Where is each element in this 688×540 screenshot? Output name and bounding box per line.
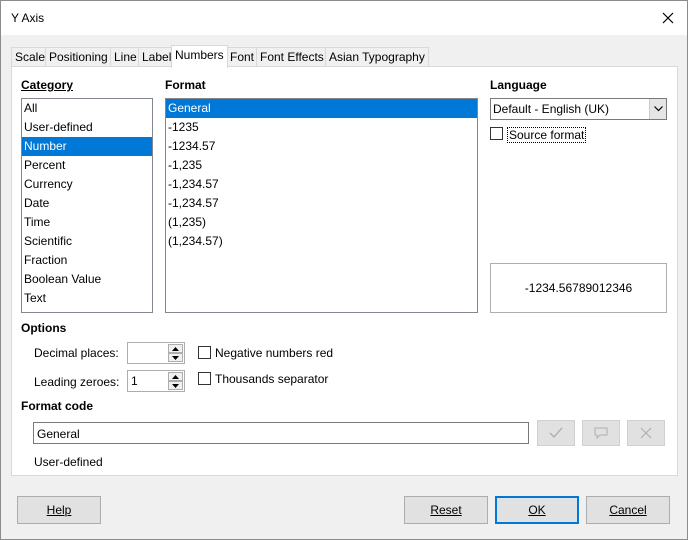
tab-font-effects[interactable]: Font Effects <box>256 47 328 67</box>
decimal-places-label-text: Decimal places: <box>34 346 119 360</box>
category-list[interactable]: All User-defined Number Percent Currency… <box>21 98 153 313</box>
comment-icon <box>594 427 608 439</box>
list-item[interactable]: Currency <box>22 175 152 194</box>
list-item[interactable]: Time <box>22 213 152 232</box>
leading-zeroes-value: 1 <box>131 374 138 388</box>
stepper-up-button[interactable] <box>168 372 183 381</box>
list-item[interactable]: Text <box>22 289 152 308</box>
tab-label[interactable]: Label <box>138 47 176 67</box>
tab-scale[interactable]: Scale <box>11 47 50 67</box>
list-item[interactable]: (1,234.57) <box>166 232 477 251</box>
tab-line[interactable]: Line <box>110 47 141 67</box>
add-format-button[interactable] <box>537 420 575 446</box>
source-format-label: Source format <box>507 127 587 143</box>
leading-zeroes-label-text: Leading zeroes: <box>34 375 120 389</box>
dropdown-arrow[interactable] <box>649 99 666 119</box>
close-icon <box>662 12 674 24</box>
preview-value: -1234.56789012346 <box>524 281 633 295</box>
checkmark-icon <box>549 427 563 439</box>
window-title: Y Axis <box>11 11 45 25</box>
category-heading: Category <box>21 78 73 92</box>
chevron-down-icon <box>172 383 179 388</box>
list-item[interactable]: -1234.57 <box>166 137 477 156</box>
help-button[interactable]: Help <box>17 496 101 524</box>
list-item[interactable]: -1,235 <box>166 156 477 175</box>
negative-numbers-red-label: Negative numbers red <box>215 346 334 360</box>
stepper-up-button[interactable] <box>168 344 183 353</box>
close-button[interactable] <box>655 5 681 31</box>
language-heading: Language <box>490 78 547 92</box>
chevron-up-icon <box>172 346 179 351</box>
format-code-value: General <box>37 427 80 441</box>
cancel-button-label: Cancel <box>609 503 647 517</box>
tab-font[interactable]: Font <box>226 47 259 67</box>
options-heading: Options <box>21 321 67 335</box>
tab-positioning[interactable]: Positioning <box>45 47 112 67</box>
format-heading: Format <box>165 78 206 92</box>
dialog-window: Y Axis Scale Positioning Line Label Numb… <box>0 0 688 540</box>
list-item[interactable]: (1,235) <box>166 213 477 232</box>
category-heading-text: Category <box>21 78 74 92</box>
list-item[interactable]: User-defined <box>22 118 152 137</box>
tab-asian-typography[interactable]: Asian Typography <box>325 47 429 67</box>
format-preview: -1234.56789012346 <box>490 263 667 313</box>
leading-zeroes-stepper[interactable]: 1 <box>127 370 185 392</box>
title-bar: Y Axis <box>1 1 687 35</box>
language-value: Default - English (UK) <box>493 102 610 116</box>
list-item[interactable]: -1235 <box>166 118 477 137</box>
stepper-down-button[interactable] <box>168 381 183 390</box>
list-item[interactable]: Boolean Value <box>22 270 152 289</box>
delete-format-button[interactable] <box>627 420 665 446</box>
list-item[interactable]: Percent <box>22 156 152 175</box>
list-item[interactable]: -1,234.57 <box>166 175 477 194</box>
numbers-tab-panel: Category All User-defined Number Percent… <box>11 66 678 476</box>
chevron-down-icon <box>172 355 179 360</box>
decimal-places-stepper[interactable] <box>127 342 185 364</box>
list-item[interactable]: General <box>166 99 477 118</box>
list-item[interactable]: Scientific <box>22 232 152 251</box>
reset-button[interactable]: Reset <box>404 496 488 524</box>
list-item[interactable]: Date <box>22 194 152 213</box>
list-item[interactable]: All <box>22 99 152 118</box>
format-list[interactable]: General -1235 -1234.57 -1,235 -1,234.57 … <box>165 98 478 313</box>
source-format-checkbox[interactable] <box>490 127 503 140</box>
thousands-separator-checkbox[interactable] <box>198 372 211 385</box>
edit-comment-button[interactable] <box>582 420 620 446</box>
language-dropdown[interactable]: Default - English (UK) <box>490 98 667 120</box>
tab-numbers[interactable]: Numbers <box>171 45 228 68</box>
format-code-input[interactable]: General <box>33 422 529 444</box>
list-item[interactable]: Fraction <box>22 251 152 270</box>
stepper-down-button[interactable] <box>168 353 183 362</box>
leading-zeroes-label: Leading zeroes: <box>34 375 119 389</box>
chevron-up-icon <box>172 374 179 379</box>
ok-button[interactable]: OK <box>495 496 579 524</box>
decimal-places-label: Decimal places: <box>34 346 119 360</box>
ok-button-label: OK <box>528 503 546 517</box>
help-button-label: Help <box>46 503 72 517</box>
list-item[interactable]: -1,234.57 <box>166 194 477 213</box>
list-item[interactable]: Number <box>22 137 152 156</box>
delete-icon <box>640 427 652 439</box>
format-code-heading: Format code <box>21 399 94 413</box>
reset-button-label: Reset <box>430 503 462 517</box>
thousands-separator-label: Thousands separator <box>215 372 329 386</box>
cancel-button[interactable]: Cancel <box>586 496 670 524</box>
chevron-down-icon <box>653 106 663 112</box>
format-code-status: User-defined <box>34 455 103 469</box>
negative-numbers-red-checkbox[interactable] <box>198 346 211 359</box>
